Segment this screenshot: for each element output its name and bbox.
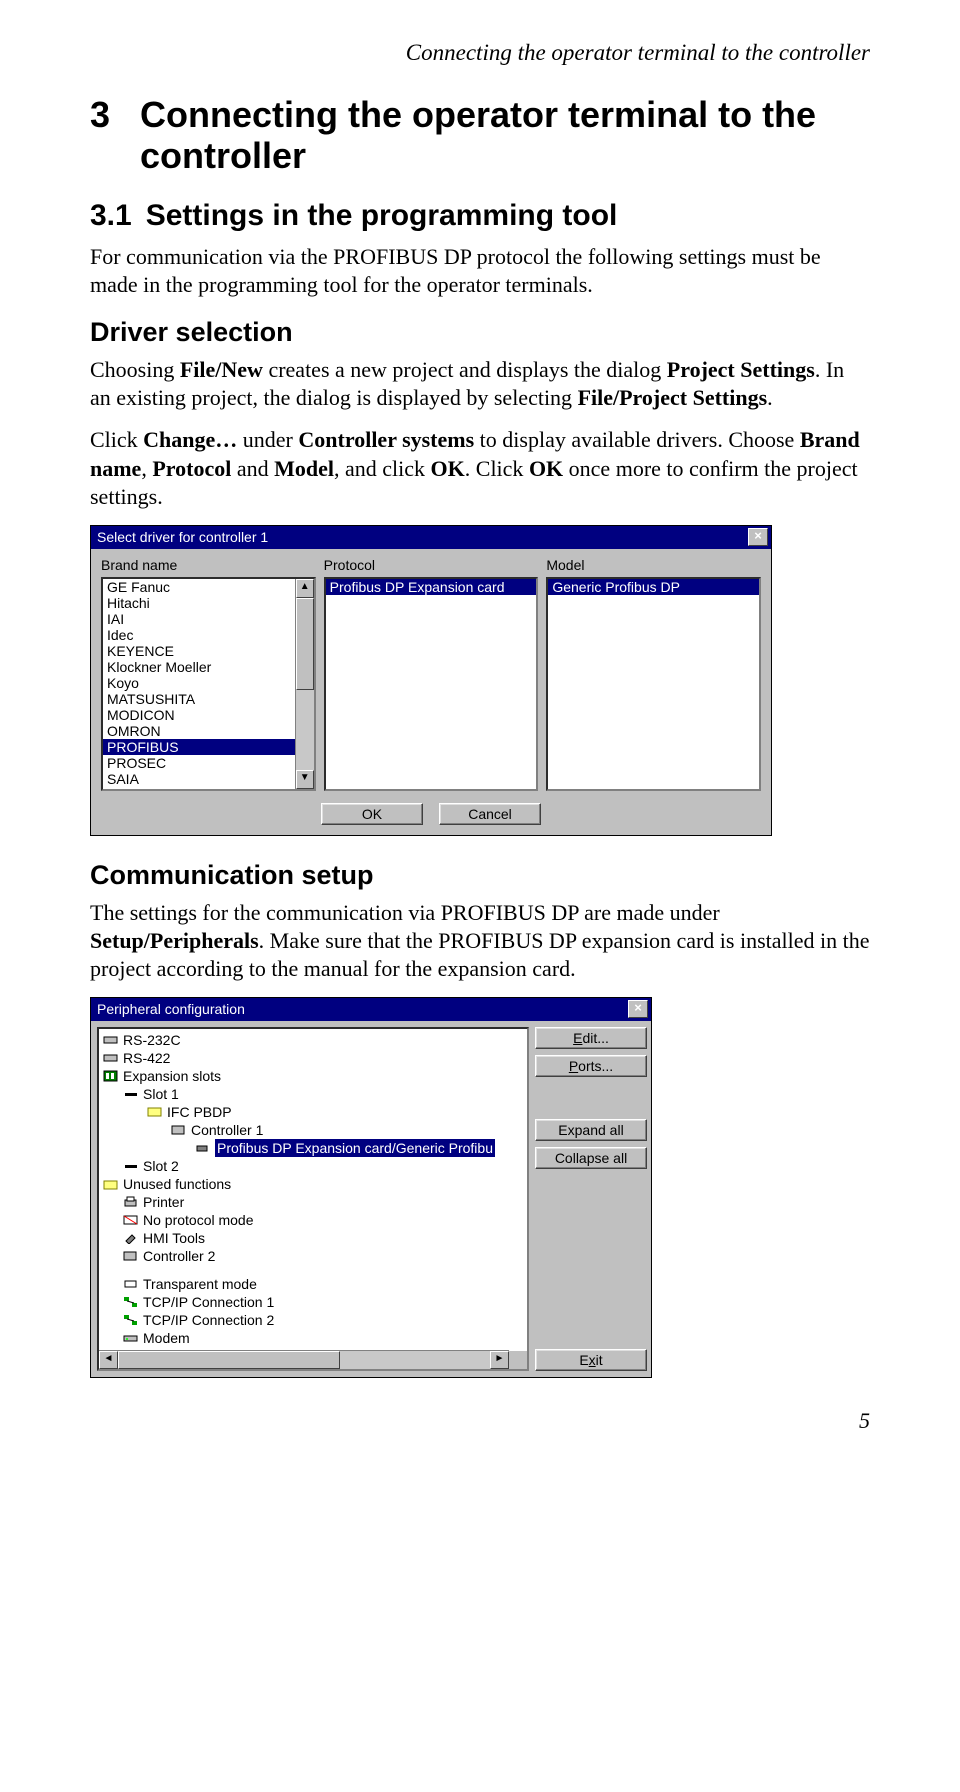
scroll-right-icon[interactable]: ► [490,1351,509,1369]
list-item[interactable]: Koyo [103,675,296,691]
tree-item-unused-functions[interactable]: Unused functions [103,1175,525,1193]
list-item-selected[interactable]: PROFIBUS [103,739,296,755]
controller-icon [171,1123,187,1137]
section-title: Connecting the operator terminal to the … [140,94,870,177]
subsection-number: 3.1 [90,199,132,233]
exit-button[interactable]: Exit [535,1349,647,1371]
running-head: Connecting the operator terminal to the … [90,40,870,66]
list-item[interactable]: Klockner Moeller [103,659,296,675]
ok-button[interactable]: OK [321,803,423,825]
list-item[interactable]: MATSUSHITA [103,691,296,707]
peripheral-configuration-dialog: Peripheral configuration × RS-232C RS-42… [90,997,652,1378]
model-label: Model [546,557,761,573]
list-item[interactable]: PROSEC [103,755,296,771]
tree-item-controller2[interactable]: Controller 2 [103,1247,525,1265]
network-icon [123,1295,139,1309]
dialog-title: Peripheral configuration [97,1001,245,1017]
slot-icon [123,1087,139,1101]
driver-selection-para-2: Click Change… under Controller systems t… [90,426,870,510]
model-column: Model Generic Profibus DP [546,557,761,791]
list-item[interactable]: GE Fanuc [103,579,296,595]
driver-selection-heading: Driver selection [90,317,870,348]
communication-setup-heading: Communication setup [90,860,870,891]
select-driver-dialog: Select driver for controller 1 × Brand n… [90,525,772,836]
protocol-listbox[interactable]: Profibus DP Expansion card [324,577,539,791]
intro-paragraph: For communication via the PROFIBUS DP pr… [90,243,870,299]
driver-selection-para-1: Choosing File/New creates a new project … [90,356,870,412]
list-item[interactable]: Idec [103,627,296,643]
noproto-icon [123,1213,139,1227]
folder-icon [103,1177,119,1191]
model-listbox[interactable]: Generic Profibus DP [546,577,761,791]
brand-name-listbox[interactable]: GE Fanuc Hitachi IAI Idec KEYENCE Klockn… [101,577,316,791]
page-number: 5 [90,1408,870,1434]
tools-icon [123,1231,139,1245]
printer-icon [123,1195,139,1209]
list-item[interactable]: OMRON [103,723,296,739]
horizontal-scrollbar[interactable]: ◄ ► [99,1350,509,1369]
driver-icon [195,1141,211,1155]
tree-item-tcpip2[interactable]: TCP/IP Connection 2 [103,1311,525,1329]
tree-item-ifc-pbdp[interactable]: IFC PBDP [103,1103,525,1121]
tree-item-rs232c[interactable]: RS-232C [103,1031,525,1049]
slots-icon [103,1069,119,1083]
tree-item-slot2[interactable]: Slot 2 [103,1157,525,1175]
peripheral-tree[interactable]: RS-232C RS-422 Expansion slots Slot 1 IF… [97,1027,529,1371]
section-number: 3 [90,94,110,177]
tree-item-printer[interactable]: Printer [103,1193,525,1211]
ports-label: orts... [578,1058,613,1074]
card-icon [147,1105,163,1119]
protocol-label: Protocol [324,557,539,573]
tree-item-rs422[interactable]: RS-422 [103,1049,525,1067]
ports-button[interactable]: Ports... [535,1055,647,1077]
list-item[interactable]: MODICON [103,707,296,723]
communication-setup-para: The settings for the communication via P… [90,899,870,983]
tree-item-slot1[interactable]: Slot 1 [103,1085,525,1103]
tree-item-transparent-mode[interactable]: Transparent mode [103,1275,525,1293]
brand-name-label: Brand name [101,557,316,573]
network-icon [123,1313,139,1327]
subsection-heading: 3.1 Settings in the programming tool [90,199,870,233]
tree-item-no-protocol[interactable]: No protocol mode [103,1211,525,1229]
edit-label: dit... [582,1030,608,1046]
expand-all-button[interactable]: Expand all [535,1119,647,1141]
protocol-column: Protocol Profibus DP Expansion card [324,557,539,791]
tree-spacer [103,1265,525,1275]
list-item-selected[interactable]: Generic Profibus DP [548,579,759,595]
dialog-titlebar: Peripheral configuration × [91,998,651,1021]
dialog-title: Select driver for controller 1 [97,529,268,545]
brand-name-column: Brand name GE Fanuc Hitachi IAI Idec KEY… [101,557,316,791]
tree-item-expansion-slots[interactable]: Expansion slots [103,1067,525,1085]
list-item[interactable]: SAIA [103,771,296,787]
modem-icon [123,1331,139,1345]
cancel-button[interactable]: Cancel [439,803,541,825]
scrollbar[interactable]: ▲ ▼ [295,579,314,789]
dialog-titlebar: Select driver for controller 1 × [91,526,771,549]
scroll-left-icon[interactable]: ◄ [99,1351,118,1369]
list-item[interactable]: IAI [103,611,296,627]
tree-item-hmi-tools[interactable]: HMI Tools [103,1229,525,1247]
port-icon [103,1033,119,1047]
close-icon[interactable]: × [628,1000,648,1018]
tree-item-profibus-selected[interactable]: Profibus DP Expansion card/Generic Profi… [103,1139,525,1157]
list-item[interactable]: SEW Eurodrive [103,787,296,789]
section-heading: 3 Connecting the operator terminal to th… [90,94,870,177]
list-item-selected[interactable]: Profibus DP Expansion card [326,579,537,595]
collapse-all-button[interactable]: Collapse all [535,1147,647,1169]
scroll-down-icon[interactable]: ▼ [296,770,314,789]
tree-item-tcpip1[interactable]: TCP/IP Connection 1 [103,1293,525,1311]
transparent-icon [123,1277,139,1291]
controller-icon [123,1249,139,1263]
scroll-corner [509,1351,527,1369]
subsection-title: Settings in the programming tool [146,199,618,233]
list-item[interactable]: KEYENCE [103,643,296,659]
tree-item-modem[interactable]: Modem [103,1329,525,1347]
slot-icon [123,1159,139,1173]
list-item[interactable]: Hitachi [103,595,296,611]
tree-item-controller1[interactable]: Controller 1 [103,1121,525,1139]
scroll-up-icon[interactable]: ▲ [296,579,314,598]
close-icon[interactable]: × [748,528,768,546]
port-icon [103,1051,119,1065]
edit-button[interactable]: Edit... [535,1027,647,1049]
